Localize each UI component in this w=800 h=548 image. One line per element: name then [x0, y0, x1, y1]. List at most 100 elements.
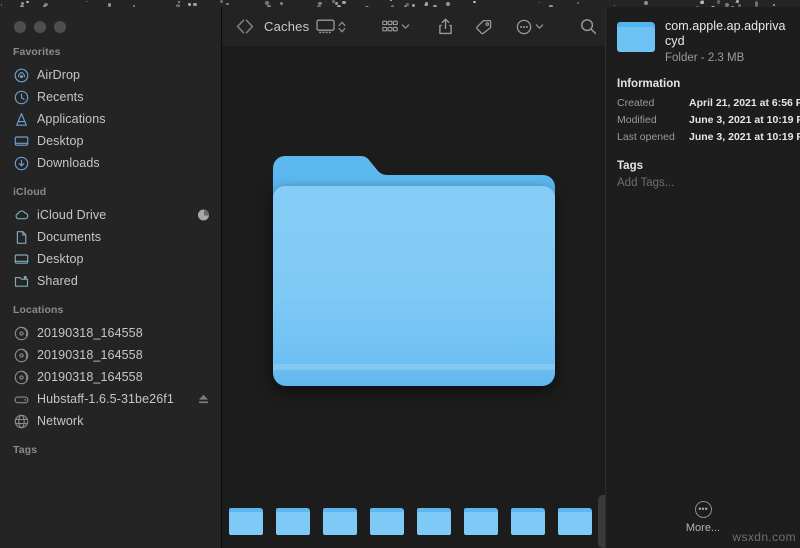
cloud-icon [14, 208, 29, 223]
wallpaper-speck [178, 1, 180, 3]
wallpaper-speck [332, 0, 334, 2]
sidebar-list[interactable]: FavoritesAirDropRecentsApplicationsDeskt… [0, 33, 221, 462]
share-icon [438, 18, 453, 35]
view-display-button[interactable] [309, 15, 353, 39]
more-options-button[interactable] [509, 15, 551, 39]
wallpaper-speck [226, 3, 228, 5]
sidebar-item-20190318-164558[interactable]: 20190318_164558 [0, 366, 221, 388]
path-title[interactable]: Caches [264, 19, 309, 34]
sidebar-item-20190318-164558[interactable]: 20190318_164558 [0, 344, 221, 366]
folder-front-shape [417, 512, 451, 535]
info-row: ModifiedJune 3, 2021 at 10:19 PM [617, 112, 790, 129]
more-ellipsis-icon [516, 19, 532, 35]
folder-front-shape [617, 27, 655, 52]
disc-icon [14, 370, 29, 385]
more-label: More... [686, 522, 720, 534]
search-icon [580, 18, 597, 35]
zoom-button[interactable] [54, 21, 66, 33]
wallpaper-speck [280, 2, 283, 5]
folder-thumb [417, 508, 451, 535]
watermark: wsxdn.com [732, 530, 796, 544]
sidebar-item-documents[interactable]: Documents [0, 226, 221, 248]
sidebar-item-applications[interactable]: Applications [0, 108, 221, 130]
shared-folder-icon [14, 274, 29, 289]
share-button[interactable] [431, 15, 460, 39]
sidebar-item-20190318-164558[interactable]: 20190318_164558 [0, 322, 221, 344]
sidebar-item-downloads[interactable]: Downloads [0, 152, 221, 174]
info-panel: com.apple.ap.adprivacyd Folder - 2.3 MB … [605, 7, 800, 548]
file-kind-size: Folder - 2.3 MB [665, 52, 790, 64]
wallpaper-speck [473, 1, 475, 3]
sidebar-item-hubstaff-1-6-5-31be26f1[interactable]: Hubstaff-1.6.5-31be26f1 [0, 388, 221, 410]
tag-button[interactable] [468, 15, 499, 39]
wallpaper-speck [193, 3, 197, 7]
filmstrip-thumb[interactable] [551, 495, 598, 548]
folder-thumb [229, 508, 263, 535]
sidebar-item-label: 20190318_164558 [37, 370, 143, 384]
folder-front-shape [464, 512, 498, 535]
display-view-icon [316, 19, 335, 34]
folder-thumb [511, 508, 545, 535]
sidebar-item-icloud-drive[interactable]: iCloud Drive [0, 204, 221, 226]
add-tags-field[interactable]: Add Tags... [617, 177, 790, 189]
sidebar-item-label: Recents [37, 90, 84, 104]
sidebar-item-desktop[interactable]: Desktop [0, 130, 221, 152]
chevron-down-icon [535, 22, 544, 31]
sidebar-item-trailing[interactable] [198, 393, 209, 405]
folder-icon-large[interactable] [273, 156, 555, 386]
filmstrip[interactable] [222, 495, 605, 548]
filmstrip-thumb[interactable] [410, 495, 457, 548]
drive-icon [14, 392, 29, 407]
downloads-icon [14, 156, 29, 171]
sidebar-group-header: Locations [0, 304, 221, 322]
minimize-button[interactable] [34, 21, 46, 33]
filmstrip-thumb[interactable] [269, 495, 316, 548]
sidebar-item-network[interactable]: Network [0, 410, 221, 432]
forward-button[interactable] [245, 15, 254, 39]
folder-thumb [370, 508, 404, 535]
sidebar-group-header: iCloud [0, 186, 221, 204]
sidebar-item-shared[interactable]: Shared [0, 270, 221, 292]
disc-icon [14, 348, 29, 363]
desktop-icon [14, 252, 29, 267]
sidebar-item-recents[interactable]: Recents [0, 86, 221, 108]
folder-front-shape [276, 512, 310, 535]
filmstrip-thumb[interactable] [504, 495, 551, 548]
sidebar-item-desktop[interactable]: Desktop [0, 248, 221, 270]
filmstrip-thumb-selected[interactable] [598, 495, 605, 548]
info-row-key: Last opened [617, 129, 689, 146]
applications-icon [14, 112, 29, 127]
forward-chevron-icon [245, 19, 254, 34]
group-by-button[interactable] [375, 15, 417, 39]
sidebar-item-label: Documents [37, 230, 101, 244]
close-button[interactable] [14, 21, 26, 33]
wallpaper-speck [318, 2, 322, 6]
folder-front-shape [323, 512, 357, 535]
info-row-value: June 3, 2021 at 10:19 PM [689, 129, 800, 146]
filmstrip-thumb[interactable] [222, 495, 269, 548]
clock-icon [14, 90, 29, 105]
desktop-icon [14, 134, 29, 149]
sidebar-item-trailing[interactable] [198, 210, 209, 221]
filmstrip-thumb[interactable] [363, 495, 410, 548]
wallpaper-speck [188, 3, 192, 7]
sidebar-item-label: AirDrop [37, 68, 80, 82]
tags-header: Tags [617, 160, 790, 172]
search-button[interactable] [573, 15, 604, 39]
back-chevron-icon [236, 19, 245, 34]
filmstrip-thumb[interactable] [457, 495, 504, 548]
screen: FavoritesAirDropRecentsApplicationsDeskt… [0, 0, 800, 548]
wallpaper-speck [342, 1, 345, 4]
sidebar-group-favorites: FavoritesAirDropRecentsApplicationsDeskt… [0, 46, 221, 174]
wallpaper-speck [577, 2, 579, 4]
wallpaper-speck [755, 1, 758, 4]
wallpaper-speck [725, 3, 729, 7]
filmstrip-thumb[interactable] [316, 495, 363, 548]
sidebar-group-tags: Tags [0, 444, 221, 462]
sidebar-item-airdrop[interactable]: AirDrop [0, 64, 221, 86]
wallpaper-speck [614, 5, 615, 6]
clock-icon [14, 90, 29, 105]
folder-front-shape [273, 186, 555, 386]
back-button[interactable] [236, 15, 245, 39]
sidebar-group-icloud: iCloudiCloud Drive Documents DesktopShared [0, 186, 221, 292]
